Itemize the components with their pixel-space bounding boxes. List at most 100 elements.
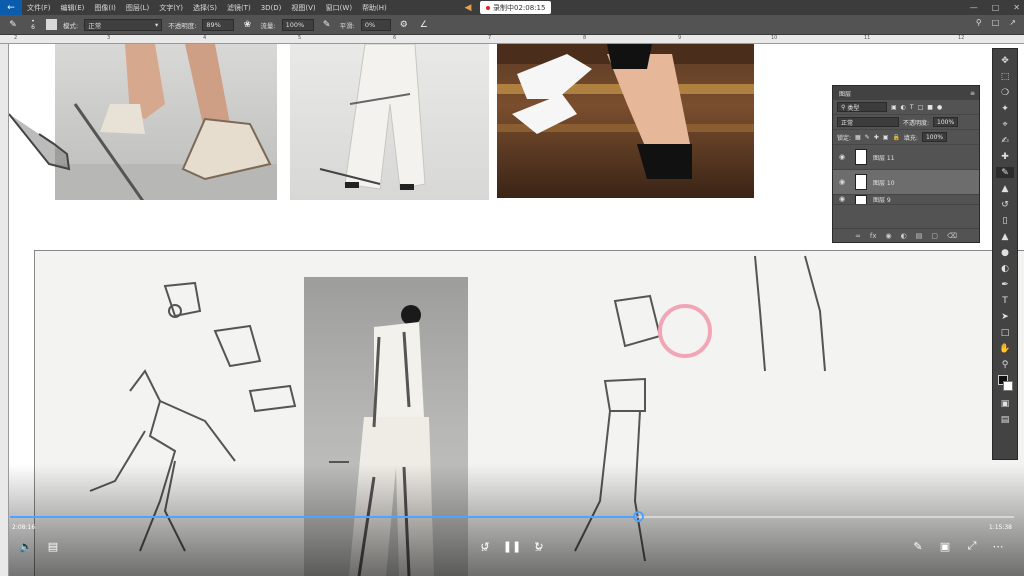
back-icon[interactable]: ←: [0, 0, 22, 15]
pressure-opacity-icon[interactable]: ❀: [240, 18, 254, 32]
magic-wand-icon[interactable]: ✦: [996, 103, 1014, 114]
menu-type[interactable]: 文字(Y): [154, 3, 188, 13]
new-layer-icon[interactable]: ▢: [931, 232, 938, 240]
smooth-input[interactable]: 0%: [360, 18, 391, 31]
layers-panel-footer: ∞ fx ◉ ◐ ▤ ▢ ⌫: [833, 228, 979, 242]
link-icon[interactable]: ∞: [855, 232, 861, 240]
marquee-icon[interactable]: ⬚: [996, 71, 1014, 82]
zoom-icon[interactable]: ⚲: [996, 359, 1014, 370]
gear-icon[interactable]: ⚙: [397, 18, 411, 32]
filter-smart-icon[interactable]: ■: [927, 104, 933, 111]
rewind-button[interactable]: ↺ 10: [477, 539, 493, 554]
lock-move-icon[interactable]: ✚: [874, 134, 879, 141]
lock-brush-icon[interactable]: ✎: [865, 134, 870, 141]
stamp-icon[interactable]: ▲: [996, 183, 1014, 194]
options-right-icons: ⚲ □ ↗: [976, 18, 1016, 27]
history-brush-icon[interactable]: ↺: [996, 199, 1014, 210]
blur-icon[interactable]: ●: [996, 247, 1014, 258]
eye-icon[interactable]: ◉: [839, 153, 849, 161]
brush-preset-picker[interactable]: • 6: [26, 18, 40, 32]
brush-panel-icon[interactable]: [46, 19, 57, 30]
brush-icon[interactable]: ✎: [996, 167, 1014, 178]
layer-item[interactable]: ◉ 图层 9: [833, 195, 979, 205]
layer-thumbnail: [855, 195, 867, 204]
brush-tool-icon[interactable]: ✎: [6, 18, 20, 32]
pen-icon[interactable]: ✒: [996, 279, 1014, 290]
folder-icon[interactable]: ▤: [916, 232, 923, 240]
rectangle-icon[interactable]: □: [996, 327, 1014, 338]
menu-edit[interactable]: 编辑(E): [56, 3, 90, 13]
menu-file[interactable]: 文件(F): [22, 3, 56, 13]
menu-filter[interactable]: 滤镜(T): [222, 3, 256, 13]
path-select-icon[interactable]: ➤: [996, 311, 1014, 322]
maximize-icon[interactable]: □: [992, 3, 1000, 12]
filter-pixel-icon[interactable]: ▣: [891, 104, 897, 111]
lock-pixels-icon[interactable]: ▦: [855, 134, 861, 141]
video-overlay-gradient: [9, 464, 1024, 576]
bucket-icon[interactable]: ▲: [996, 231, 1014, 242]
menu-layer[interactable]: 图层(L): [121, 3, 154, 13]
text-icon[interactable]: T: [996, 295, 1014, 306]
filter-adjust-icon[interactable]: ◐: [901, 104, 906, 111]
fx-icon[interactable]: fx: [870, 232, 877, 240]
search-icon[interactable]: ⚲: [976, 18, 982, 27]
layers-panel-header: 图层 ≡: [833, 86, 979, 100]
volume-icon[interactable]: 🔈: [18, 539, 34, 553]
filter-text-icon[interactable]: T: [910, 104, 914, 111]
menu-3d[interactable]: 3D(D): [256, 4, 287, 12]
filter-toggle-icon[interactable]: ●: [937, 104, 942, 111]
pen-annotate-icon[interactable]: ✎: [910, 539, 926, 553]
menu-window[interactable]: 窗口(W): [321, 3, 357, 13]
flow-input[interactable]: 100%: [281, 18, 314, 31]
close-icon[interactable]: ✕: [1013, 3, 1020, 12]
picture-in-picture-icon[interactable]: ▣: [937, 539, 953, 553]
fill-input[interactable]: 100%: [921, 132, 948, 142]
eye-icon[interactable]: ◉: [839, 195, 849, 203]
forward-button[interactable]: ↻ 30: [531, 539, 547, 554]
crop-icon[interactable]: ⌖: [996, 119, 1014, 130]
angle-icon[interactable]: ∠: [417, 18, 431, 32]
filter-type-select[interactable]: ⚲ 类型: [837, 102, 887, 112]
mode-select[interactable]: 正常 ▾: [84, 18, 163, 31]
background-color-swatch[interactable]: [1003, 381, 1013, 391]
move-icon[interactable]: ✥: [996, 55, 1014, 66]
share-icon[interactable]: ↗: [1009, 18, 1016, 27]
minimize-icon[interactable]: —: [970, 3, 978, 12]
more-options-icon[interactable]: ⋯: [990, 539, 1006, 553]
filter-shape-icon[interactable]: □: [918, 104, 924, 111]
screen-mode-icon[interactable]: ▤: [996, 414, 1014, 425]
healing-icon[interactable]: ✚: [996, 151, 1014, 162]
airbrush-icon[interactable]: ✎: [320, 18, 334, 32]
subtitles-icon[interactable]: ▤: [45, 539, 61, 553]
panel-menu-icon[interactable]: ≡: [970, 90, 975, 97]
menu-image[interactable]: 图像(I): [89, 3, 121, 13]
mask-icon[interactable]: ◉: [886, 232, 892, 240]
workspace-icon[interactable]: □: [992, 18, 1000, 27]
pause-button[interactable]: ❚❚: [503, 539, 521, 553]
lock-all-icon[interactable]: 🔒: [892, 134, 899, 141]
dodge-icon[interactable]: ◐: [996, 263, 1014, 274]
trash-icon[interactable]: ⌫: [947, 232, 957, 240]
layer-opacity-input[interactable]: 100%: [933, 117, 959, 127]
video-progress-knob[interactable]: [632, 511, 644, 522]
hand-icon[interactable]: ✋: [996, 343, 1014, 354]
eraser-icon[interactable]: ▯: [996, 215, 1014, 226]
menu-view[interactable]: 视图(V): [286, 3, 320, 13]
eye-icon[interactable]: ◉: [839, 178, 849, 186]
video-progress-bar[interactable]: [10, 511, 1014, 522]
adjustment-icon[interactable]: ◐: [901, 232, 907, 240]
blend-mode-select[interactable]: 正常: [837, 117, 899, 127]
eyedropper-icon[interactable]: ✍: [996, 135, 1014, 146]
menu-select[interactable]: 选择(S): [188, 3, 222, 13]
exit-fullscreen-icon[interactable]: ⤢: [964, 539, 980, 553]
speaker-icon[interactable]: ◀: [460, 1, 476, 14]
recording-status[interactable]: 录制中02:08:15: [480, 1, 552, 14]
quick-mask-icon[interactable]: ▣: [996, 398, 1014, 409]
menu-help[interactable]: 帮助(H): [357, 3, 392, 13]
lasso-icon[interactable]: ❍: [996, 87, 1014, 98]
layer-item-selected[interactable]: ◉ 图层 10: [833, 170, 979, 195]
opacity-input[interactable]: 89%: [202, 18, 235, 31]
layer-item[interactable]: ◉ 图层 11: [833, 145, 979, 170]
lock-artboard-icon[interactable]: ▣: [883, 134, 889, 141]
color-swatches[interactable]: [996, 375, 1014, 393]
